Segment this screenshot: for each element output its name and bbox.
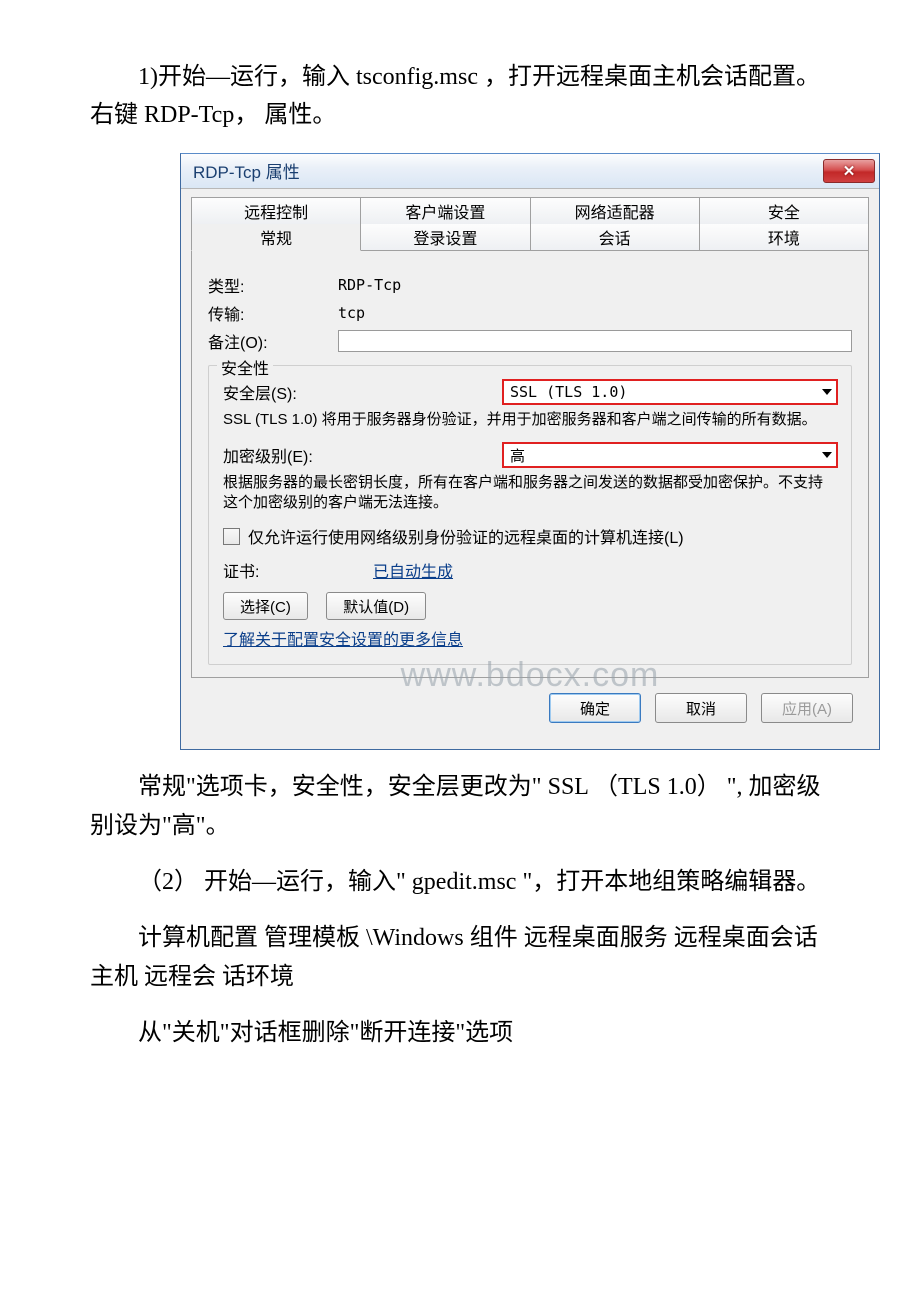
learn-more-link[interactable]: 了解关于配置安全设置的更多信息 bbox=[223, 632, 463, 649]
paragraph-3: （2） 开始—运行，输入" gpedit.msc "，打开本地组策略编辑器。 bbox=[90, 863, 830, 901]
type-value: RDP-Tcp bbox=[338, 276, 401, 294]
transport-value: tcp bbox=[338, 304, 365, 322]
close-button[interactable]: ✕ bbox=[823, 159, 875, 183]
tab-network-adapter[interactable]: 网络适配器 bbox=[530, 197, 700, 224]
paragraph-4: 计算机配置 管理模板 \Windows 组件 远程桌面服务 远程桌面会话主机 远… bbox=[90, 919, 830, 996]
tab-general[interactable]: 常规 bbox=[191, 224, 361, 251]
select-cert-button[interactable]: 选择(C) bbox=[223, 592, 308, 620]
security-layer-combo[interactable]: SSL (TLS 1.0) bbox=[503, 380, 837, 404]
nla-checkbox[interactable] bbox=[223, 528, 240, 545]
ok-button[interactable]: 确定 bbox=[549, 693, 641, 723]
tab-panel-general: 类型: RDP-Tcp 传输: tcp 备注(O): 安全性 bbox=[191, 250, 869, 679]
dialog-title: RDP-Tcp 属性 bbox=[193, 158, 300, 183]
security-groupbox: 安全性 安全层(S): SSL (TLS 1.0) SSL (TLS 1.0) … bbox=[208, 365, 852, 666]
type-label: 类型: bbox=[208, 273, 338, 297]
tab-security[interactable]: 安全 bbox=[699, 197, 869, 224]
tab-sessions[interactable]: 会话 bbox=[530, 224, 700, 250]
paragraph-5: 从"关机"对话框删除"断开连接"选项 bbox=[90, 1014, 830, 1052]
security-layer-value: SSL (TLS 1.0) bbox=[510, 383, 627, 401]
encryption-level-label: 加密级别(E): bbox=[223, 443, 503, 467]
apply-button[interactable]: 应用(A) bbox=[761, 693, 853, 723]
chevron-down-icon bbox=[822, 389, 832, 395]
default-cert-button[interactable]: 默认值(D) bbox=[326, 592, 426, 620]
dialog-titlebar: RDP-Tcp 属性 ✕ bbox=[181, 154, 879, 189]
tab-container: 远程控制 客户端设置 网络适配器 安全 常规 登录设置 会话 环境 类型: bbox=[191, 197, 869, 679]
tab-remote-control[interactable]: 远程控制 bbox=[191, 197, 361, 224]
encryption-level-combo[interactable]: 高 bbox=[503, 443, 837, 467]
nla-checkbox-label: 仅允许运行使用网络级别身份验证的远程桌面的计算机连接(L) bbox=[248, 524, 684, 548]
encryption-level-desc: 根据服务器的最长密钥长度，所有在客户端和服务器之间发送的数据都受加密保护。不支持… bbox=[223, 473, 837, 512]
tab-logon-settings[interactable]: 登录设置 bbox=[360, 224, 530, 250]
paragraph-2: 常规"选项卡，安全性，安全层更改为" SSL （TLS 1.0） ", 加密级别… bbox=[90, 768, 830, 845]
screenshot-dialog: RDP-Tcp 属性 ✕ 远程控制 客户端设置 网络适配器 安全 常规 登录设置 bbox=[180, 153, 880, 751]
encryption-level-value: 高 bbox=[510, 445, 525, 466]
chevron-down-icon bbox=[822, 452, 832, 458]
tab-environment[interactable]: 环境 bbox=[699, 224, 869, 250]
security-layer-label: 安全层(S): bbox=[223, 380, 503, 404]
close-icon: ✕ bbox=[843, 162, 856, 180]
tab-client-settings[interactable]: 客户端设置 bbox=[360, 197, 530, 224]
certificate-value-link[interactable]: 已自动生成 bbox=[373, 558, 453, 582]
comment-label: 备注(O): bbox=[208, 329, 338, 353]
cancel-button[interactable]: 取消 bbox=[655, 693, 747, 723]
transport-label: 传输: bbox=[208, 301, 338, 325]
paragraph-1: 1)开始—运行，输入 tsconfig.msc ，打开远程桌面主机会话配置。右键… bbox=[90, 58, 830, 135]
security-group-title: 安全性 bbox=[217, 355, 273, 379]
certificate-label: 证书: bbox=[223, 558, 373, 582]
comment-input[interactable] bbox=[338, 330, 852, 352]
security-layer-desc: SSL (TLS 1.0) 将用于服务器身份验证，并用于加密服务器和客户端之间传… bbox=[223, 410, 837, 430]
